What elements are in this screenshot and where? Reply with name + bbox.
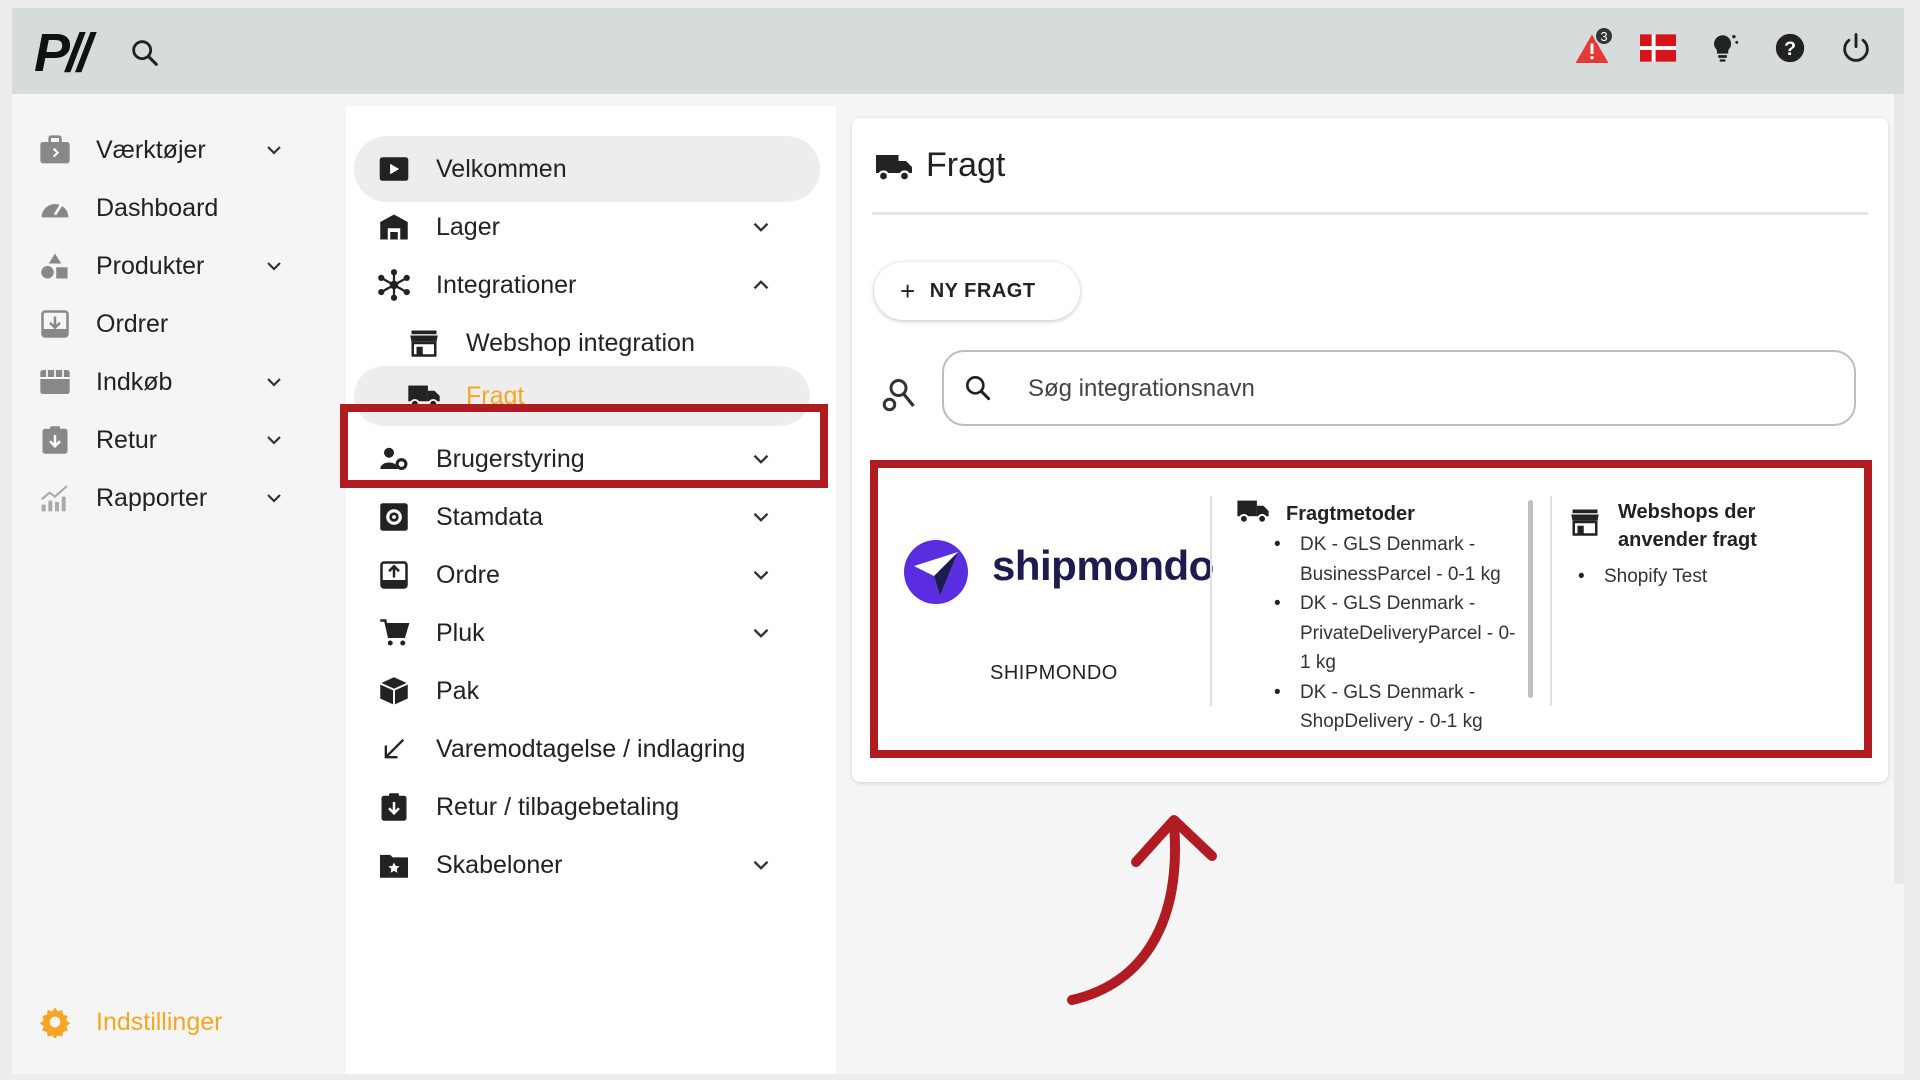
integration-search <box>942 350 1856 426</box>
toolbox-icon <box>38 133 72 167</box>
page-title: Fragt <box>926 146 1006 184</box>
menu-item-label: Ordre <box>436 560 500 589</box>
chevron-down-icon <box>748 852 774 878</box>
menu-item-label: Webshop integration <box>466 328 695 357</box>
cart-icon <box>376 615 412 651</box>
sidebar-item-indkoeb[interactable]: Indkøb <box>12 352 322 412</box>
top-bar: P// 3 ? <box>12 8 1904 94</box>
plus-icon: + <box>900 275 916 306</box>
new-fragt-button[interactable]: + NY FRAGT <box>874 262 1080 320</box>
menu-item-ordre[interactable]: Ordre <box>354 542 820 608</box>
chevron-down-icon <box>748 504 774 530</box>
menu-item-integrationer[interactable]: Integrationer <box>354 252 820 318</box>
sidebar-item-label: Indstillinger <box>96 1007 223 1036</box>
sidebar-item-label: Retur <box>96 425 158 454</box>
menu-item-varemodtagelse[interactable]: Varemodtagelse / indlagring <box>354 716 820 782</box>
menu-item-label: Pluk <box>436 618 485 647</box>
menu-item-pluk[interactable]: Pluk <box>354 600 820 666</box>
app-logo[interactable]: P// <box>34 26 92 80</box>
store-icon <box>38 365 72 399</box>
chevron-down-icon <box>262 254 286 278</box>
return-box-icon <box>38 423 72 457</box>
search-input[interactable] <box>1028 370 1828 408</box>
hub-icon <box>376 267 412 303</box>
chevron-down-icon <box>748 214 774 240</box>
menu-item-label: Varemodtagelse / indlagring <box>436 734 746 763</box>
return-box-icon <box>376 789 412 825</box>
top-actions: 3 ? <box>1574 26 1874 66</box>
arrow-down-left-icon <box>376 731 412 767</box>
sidebar-item-label: Produkter <box>96 251 205 280</box>
package-icon <box>376 673 412 709</box>
gear-box-icon <box>376 499 412 535</box>
sidebar-item-label: Dashboard <box>96 193 219 222</box>
menu-item-label: Pak <box>436 676 480 705</box>
menu-item-pak[interactable]: Pak <box>354 658 820 724</box>
chevron-down-icon <box>748 562 774 588</box>
svg-text:?: ? <box>1784 38 1796 60</box>
menu-item-label: Integrationer <box>436 270 577 299</box>
shop-icon <box>406 325 442 361</box>
help-icon[interactable]: ? <box>1772 30 1808 66</box>
highlight-box-fragt-menu <box>340 404 828 488</box>
sidebar-item-dashboard[interactable]: Dashboard <box>12 178 322 238</box>
menu-item-lager[interactable]: Lager <box>354 194 820 260</box>
main-sidebar: Værktøjer Dashboard Produkter Ordrer Ind… <box>12 94 322 1074</box>
annotation-arrow <box>1067 815 1217 1005</box>
sidebar-item-vaerktoejer[interactable]: Værktøjer <box>12 120 322 180</box>
menu-item-velkommen[interactable]: Velkommen <box>354 136 820 202</box>
chevron-down-icon <box>262 370 286 394</box>
app-window: P// 3 ? Værktøjer Dashboard Produkter Or… <box>12 8 1904 1074</box>
sidebar-item-label: Rapporter <box>96 483 208 512</box>
download-box-icon <box>38 307 72 341</box>
menu-item-label: Stamdata <box>436 502 544 531</box>
lightbulb-icon[interactable] <box>1706 30 1742 66</box>
sidebar-item-rapporter[interactable]: Rapporter <box>12 468 322 528</box>
sidebar-item-indstillinger[interactable]: Indstillinger <box>12 992 322 1052</box>
folder-star-icon <box>376 847 412 883</box>
divider <box>872 212 1868 215</box>
truck-icon <box>874 152 914 184</box>
menu-item-label: Retur / tilbagebetaling <box>436 792 680 821</box>
user-search-icon[interactable] <box>882 376 918 412</box>
chart-icon <box>38 481 72 515</box>
download-box-icon <box>376 557 412 593</box>
shapes-icon <box>38 249 72 283</box>
chevron-down-icon <box>262 486 286 510</box>
page-scrollbar[interactable] <box>1894 94 1904 884</box>
menu-item-label: Velkommen <box>436 154 567 183</box>
warehouse-icon <box>376 209 412 245</box>
danish-flag-icon[interactable] <box>1640 30 1676 66</box>
warning-icon[interactable]: 3 <box>1574 26 1614 66</box>
menu-item-label: Lager <box>436 212 500 241</box>
sidebar-item-label: Værktøjer <box>96 135 206 164</box>
play-icon <box>376 151 412 187</box>
sidebar-item-label: Indkøb <box>96 367 173 396</box>
menu-item-skabeloner[interactable]: Skabeloner <box>354 832 820 898</box>
power-icon[interactable] <box>1838 30 1874 66</box>
menu-item-label: Skabeloner <box>436 850 563 879</box>
notification-badge: 3 <box>1594 26 1614 46</box>
new-fragt-label: NY FRAGT <box>929 279 1036 302</box>
gauge-icon <box>38 191 72 225</box>
sidebar-item-label: Ordrer <box>96 309 169 338</box>
menu-item-retur-tilbagebetaling[interactable]: Retur / tilbagebetaling <box>354 774 820 840</box>
sidebar-item-ordrer[interactable]: Ordrer <box>12 294 322 354</box>
search-icon <box>962 372 994 404</box>
gear-icon <box>38 1005 72 1039</box>
highlight-box-integration-card <box>870 460 1872 758</box>
sidebar-item-retur[interactable]: Retur <box>12 410 322 470</box>
menu-item-stamdata[interactable]: Stamdata <box>354 484 820 550</box>
chevron-down-icon <box>262 138 286 162</box>
chevron-down-icon <box>748 620 774 646</box>
search-icon[interactable] <box>128 36 162 70</box>
chevron-up-icon <box>748 272 774 298</box>
sidebar-item-produkter[interactable]: Produkter <box>12 236 322 296</box>
settings-menu: Velkommen Lager Integrationer Webshop in… <box>346 106 836 1074</box>
chevron-down-icon <box>262 428 286 452</box>
